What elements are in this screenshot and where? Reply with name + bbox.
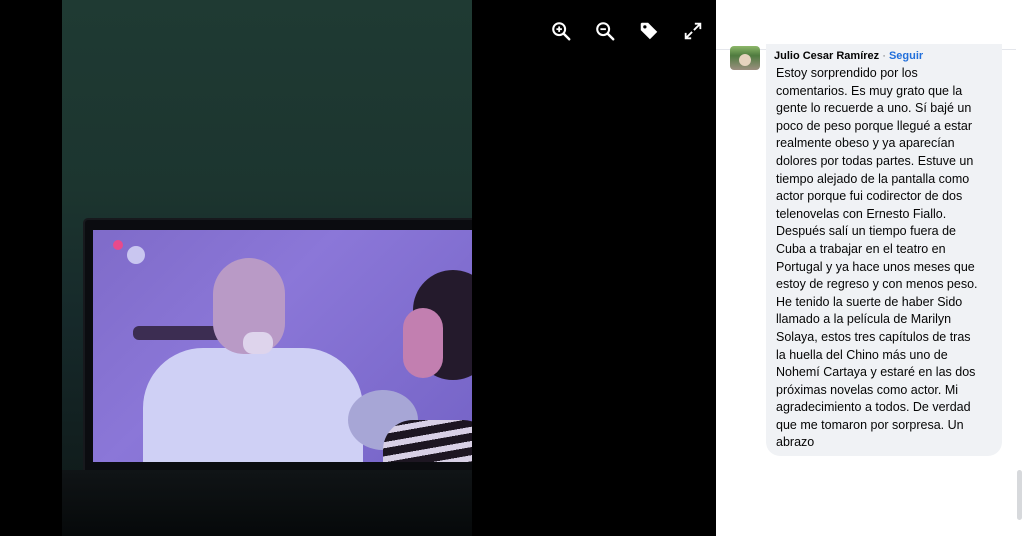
wall-hook-shape [133,326,223,340]
scrollbar-thumb[interactable] [1017,470,1022,520]
avatar[interactable] [730,46,760,70]
tv-screen-image [93,230,472,462]
fullscreen-button[interactable] [680,18,706,44]
man-figure [143,348,363,462]
photo [62,0,472,536]
separator-dot: · [882,50,886,62]
tv-frame [85,220,472,482]
comments-panel: Julio Cesar Ramírez · Seguir Estoy sorpr… [716,0,1024,536]
channel-ball-icon [127,246,145,264]
fullscreen-icon [684,22,702,40]
follow-button[interactable]: Seguir [889,50,923,62]
comment-text: Estoy sorprendido por los comentarios. E… [776,66,978,450]
man-beard [243,332,273,354]
tag-button[interactable] [636,18,662,44]
comment-bubble: Julio Cesar Ramírez · Seguir Estoy sorpr… [766,44,1002,456]
zoom-in-icon [552,22,571,41]
channel-logo-icon [113,240,123,250]
tag-icon [640,22,658,40]
woman-face [403,308,443,378]
comment-author[interactable]: Julio Cesar Ramírez [774,50,879,62]
zoom-out-icon [596,22,615,41]
zoom-out-button[interactable] [592,18,618,44]
comment-header: Julio Cesar Ramírez · Seguir [774,50,923,62]
scrollbar[interactable] [1016,0,1024,536]
photo-toolbar [548,18,706,44]
zoom-in-button[interactable] [548,18,574,44]
tv-stand [62,470,472,536]
woman-figure [383,420,472,462]
photo-viewer [0,0,716,536]
